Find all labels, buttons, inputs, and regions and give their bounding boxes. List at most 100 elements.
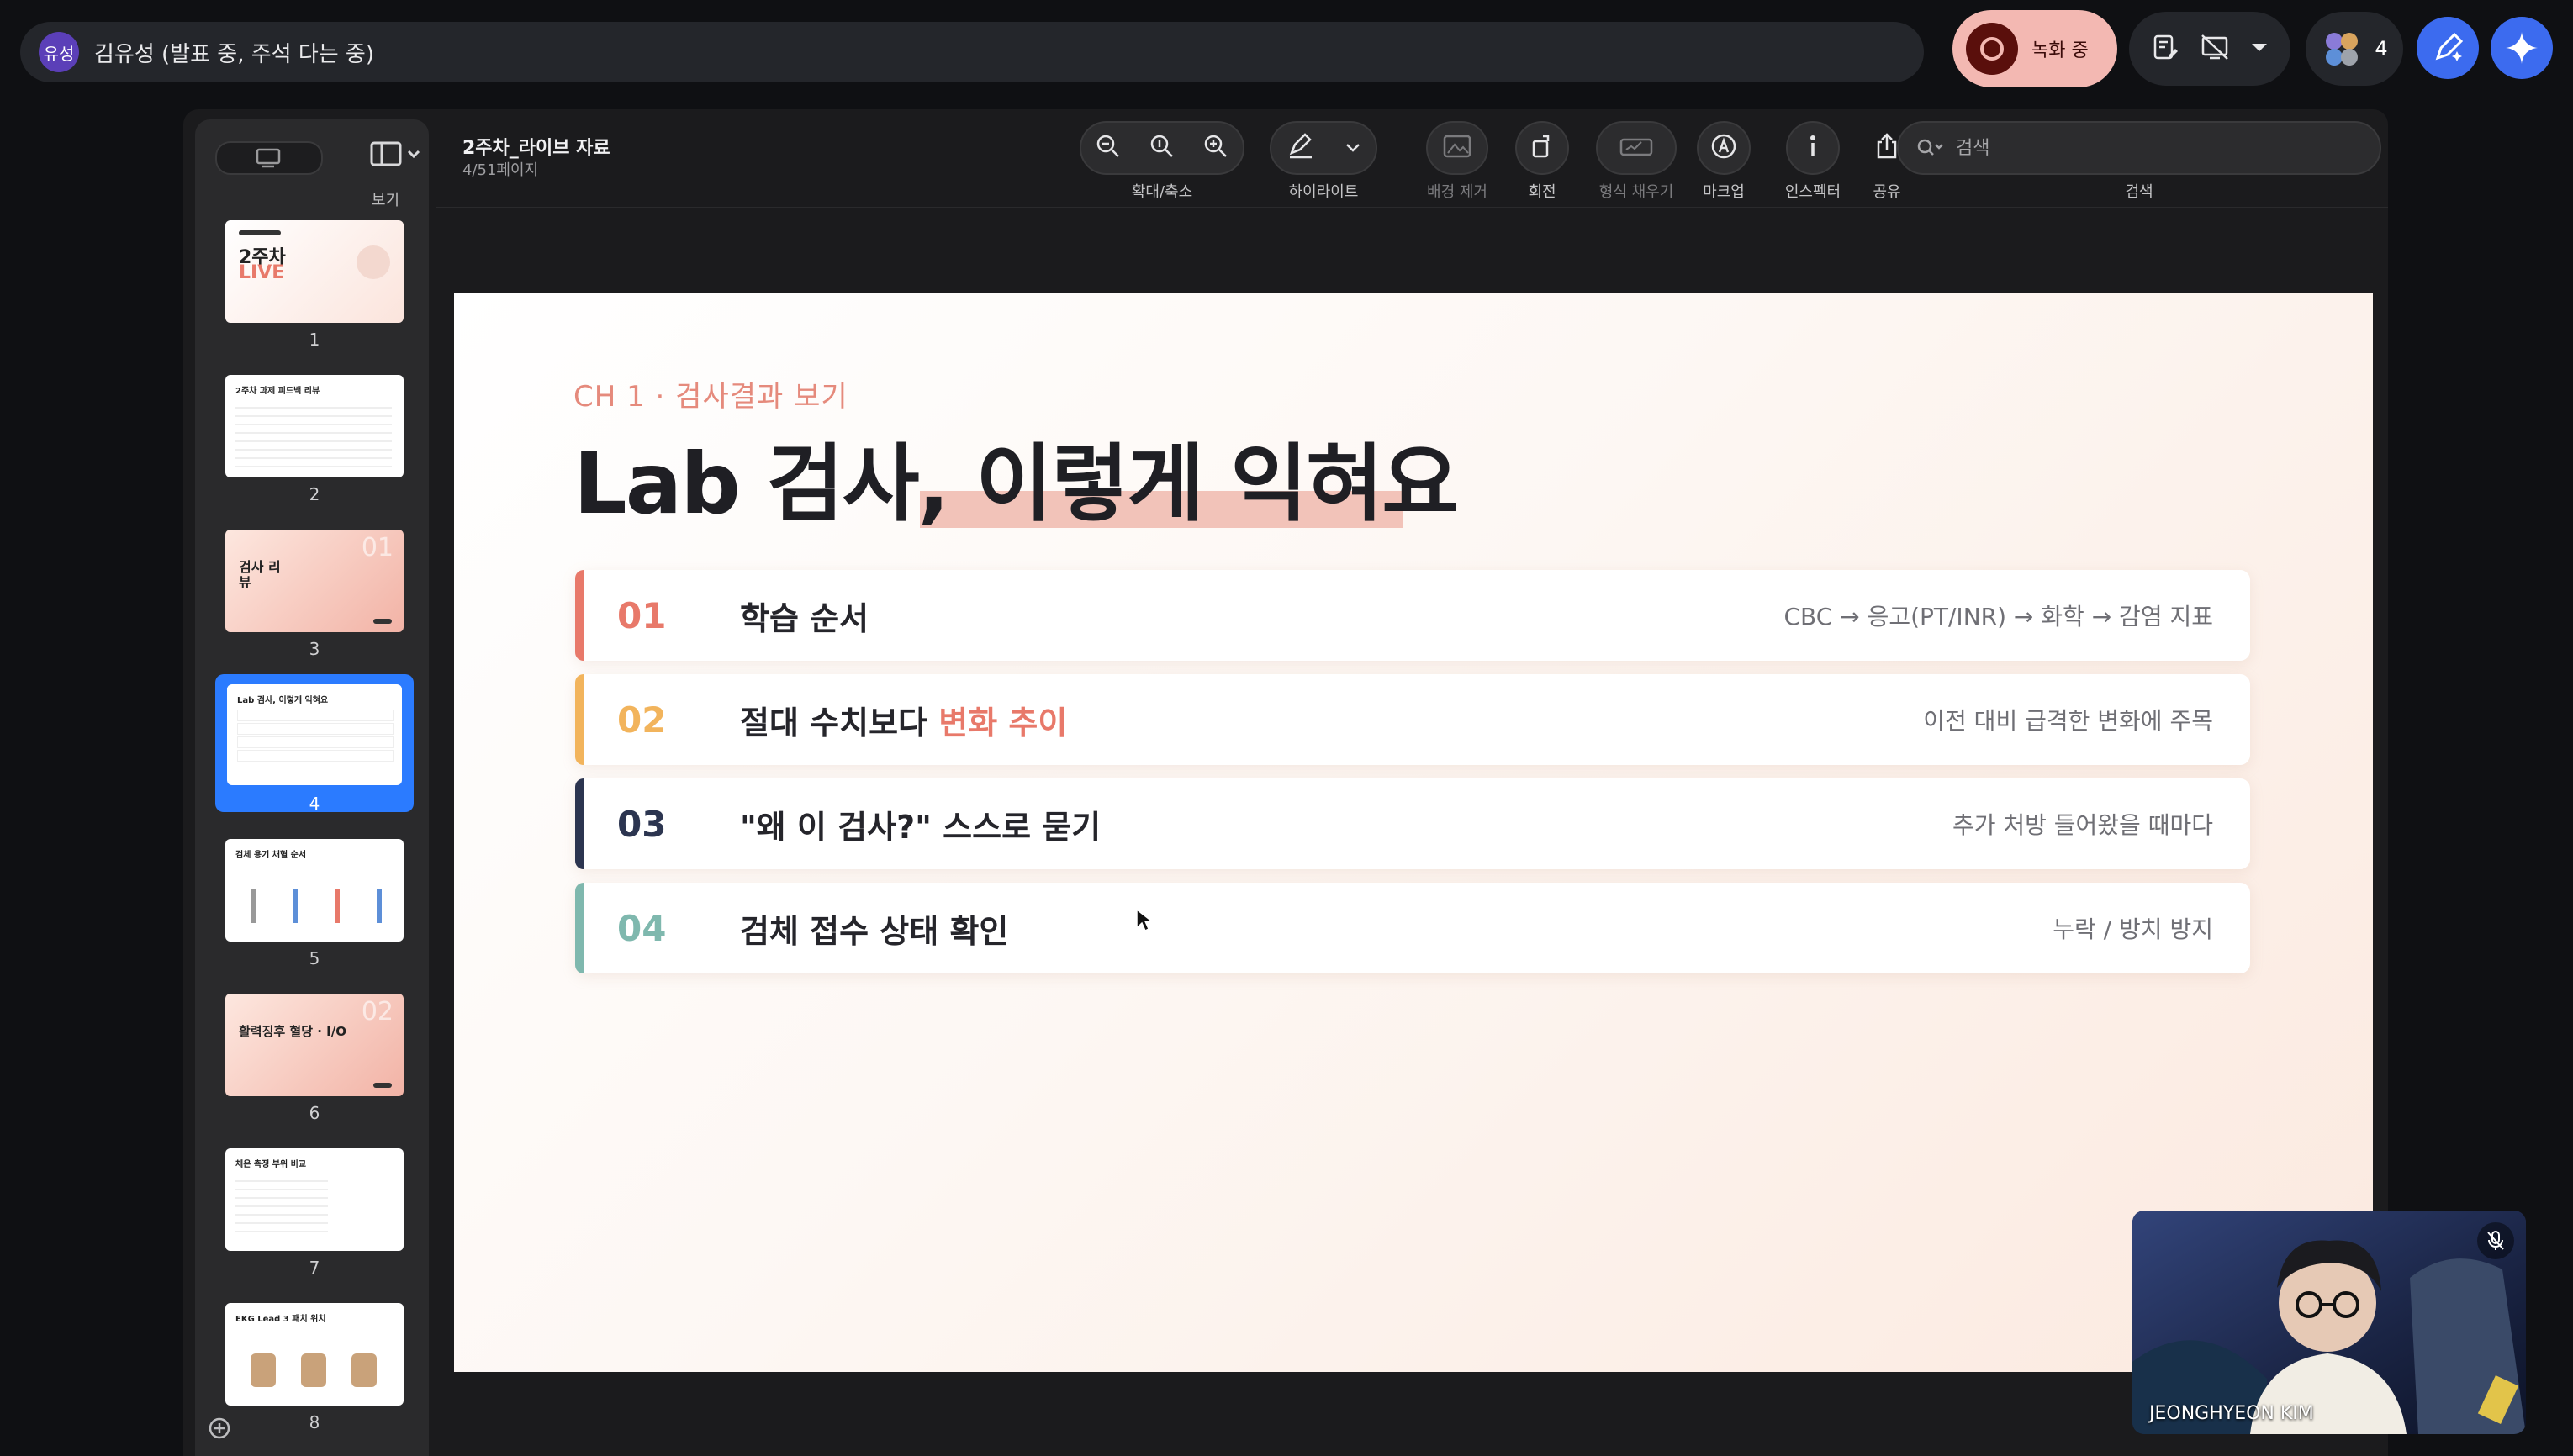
thumbnail-page-1[interactable]: 2주차 LIVE: [225, 220, 404, 323]
thumbnail-number: 4: [309, 794, 320, 814]
highlight-label: 하이라이트: [1288, 183, 1359, 201]
share-icon: [1874, 132, 1899, 164]
markup-button[interactable]: [1697, 121, 1751, 175]
thumbnail-page-3[interactable]: 검사 리뷰 01: [225, 530, 404, 632]
thumbnail-badge: 01: [361, 533, 394, 562]
highlight-controls[interactable]: [1270, 121, 1377, 175]
thumbnail-page-5[interactable]: 검체 용기 채혈 순서: [225, 839, 404, 942]
zoom-in-icon[interactable]: [1202, 133, 1229, 163]
list-item: 03 "왜 이 검사?" 스스로 묻기 추가 처방 들어왔을 때마다: [575, 778, 2250, 869]
info-icon: [1804, 133, 1821, 163]
participants-button[interactable]: 4: [2306, 12, 2403, 86]
row-accent-bar: [575, 778, 584, 869]
markup-icon: [1710, 133, 1737, 163]
zoom-label: 확대/축소: [1131, 183, 1193, 201]
slide-title: Lab 검사, 이렇게 익혀요: [573, 415, 1459, 537]
search-icon: [1917, 139, 1943, 156]
thumbnail-sidebar[interactable]: 보기 2주차 LIVE 1 2주차 과제 피드백 리뷰 2 검사 리뷰 01 3…: [195, 119, 429, 1456]
thumbnail-number: 1: [309, 330, 320, 350]
row-label: 학습 순서: [740, 593, 869, 639]
thumbnail-number: 7: [309, 1258, 320, 1278]
slide-title-plain: Lab 검사,: [573, 435, 976, 533]
inspector-button[interactable]: [1786, 121, 1840, 175]
rotate-label: 회전: [1528, 183, 1556, 201]
thumbnail-subtitle: LIVE: [239, 262, 285, 283]
chevron-down-icon[interactable]: [1345, 140, 1360, 156]
presenter-status: 김유성 (발표 중, 주석 다는 중): [94, 41, 374, 67]
search-field[interactable]: [1897, 121, 2381, 175]
thumbnail-title: 활력징후 혈당 · I/O: [239, 1024, 346, 1039]
presenter-bar[interactable]: 유성 김유성 (발표 중, 주석 다는 중): [20, 22, 1924, 82]
row-number: 02: [617, 699, 667, 741]
row-accent-bar: [575, 674, 584, 765]
slide-kicker: CH 1 · 검사결과 보기: [573, 380, 848, 414]
sidebar-toggle-button[interactable]: [215, 141, 323, 175]
highlighter-icon[interactable]: [1286, 133, 1315, 163]
search-input[interactable]: [1954, 136, 2361, 160]
row-label-text: "왜 이 검사?" 스스로 묻기: [740, 808, 1102, 846]
row-number: 01: [617, 594, 667, 636]
chevron-down-icon[interactable]: [2250, 41, 2269, 57]
thumbnail-title: Lab 검사, 이렇게 익혀요: [237, 696, 329, 705]
row-label: 검체 접수 상태 확인: [740, 905, 1008, 952]
gemini-sparkle-icon: [2506, 32, 2538, 64]
sidebar-layout-icon: [370, 141, 420, 166]
slide-canvas: CH 1 · 검사결과 보기 Lab 검사, 이렇게 익혀요 01 학습 순서 …: [454, 293, 2373, 1372]
add-page-button[interactable]: [207, 1416, 232, 1444]
remove-background-button[interactable]: [1426, 121, 1488, 175]
search-label: 검색: [2125, 183, 2153, 201]
gemini-button[interactable]: [2491, 17, 2553, 79]
zoom-out-icon[interactable]: [1095, 133, 1122, 163]
row-note: 누락 / 방치 방지: [2053, 915, 2213, 943]
row-label-highlight: 변화 추이: [938, 704, 1068, 741]
thumbnail-page-2[interactable]: 2주차 과제 피드백 리뷰: [225, 375, 404, 477]
form-fill-label: 형식 채우기: [1598, 183, 1674, 201]
thumbnail-badge: 02: [361, 997, 394, 1026]
participant-count: 4: [2375, 37, 2388, 61]
remove-background-label: 배경 제거: [1427, 183, 1487, 201]
thumbnail-number: 5: [309, 948, 320, 968]
thumbnail-page-6[interactable]: 활력징후 혈당 · I/O 02: [225, 994, 404, 1096]
mouse-cursor-icon: [1136, 908, 1154, 932]
row-number: 04: [617, 907, 667, 949]
markup-label: 마크업: [1703, 183, 1745, 201]
remove-background-icon: [1443, 135, 1471, 161]
thumbnail-title: EKG Lead 3 패치 위치: [235, 1315, 326, 1324]
recording-indicator[interactable]: 녹화 중: [1952, 10, 2117, 87]
stop-share-icon[interactable]: [2200, 33, 2230, 65]
page-indicator: 4/51페이지: [462, 161, 539, 179]
mic-muted-icon: [2477, 1222, 2514, 1259]
thumbnail-title: 검사 리뷰: [239, 559, 281, 590]
row-accent-bar: [575, 570, 584, 661]
rotate-button[interactable]: [1515, 121, 1569, 175]
row-label: "왜 이 검사?" 스스로 묻기: [740, 801, 1101, 847]
annotation-pen-button[interactable]: [2417, 17, 2479, 79]
thumbnail-page-8[interactable]: EKG Lead 3 패치 위치: [225, 1303, 404, 1406]
row-label-text: 학습 순서: [740, 599, 869, 637]
participant-video-tile[interactable]: JEONGHYEON KIM: [2132, 1211, 2526, 1434]
document-title: 2주차_라이브 자료: [462, 138, 610, 159]
list-item: 01 학습 순서 CBC → 응고(PT/INR) → 화학 → 감염 지표: [575, 570, 2250, 661]
thumbnail-title: 검체 용기 채혈 순서: [235, 851, 307, 860]
form-fill-button[interactable]: [1596, 121, 1677, 175]
list-item: 04 검체 접수 상태 확인 누락 / 방치 방지: [575, 883, 2250, 973]
view-menu-button[interactable]: [370, 140, 431, 173]
participant-name: JEONGHYEON KIM: [2149, 1403, 2314, 1424]
preview-window: 보기 2주차 LIVE 1 2주차 과제 피드백 리뷰 2 검사 리뷰 01 3…: [183, 109, 2388, 1456]
thumbnail-page-4[interactable]: Lab 검사, 이렇게 익혀요: [227, 684, 402, 785]
annotate-doc-icon[interactable]: [2151, 33, 2179, 65]
view-label: 보기: [372, 192, 400, 209]
thumbnail-number: 3: [309, 639, 320, 659]
thumbnail-title: 2주차 과제 피드백 리뷰: [235, 387, 320, 396]
zoom-fit-icon[interactable]: [1149, 133, 1176, 163]
toolbar-divider: [436, 207, 2388, 208]
row-note: 추가 처방 들어왔을 때마다: [1952, 811, 2213, 839]
thumbnail-number: 2: [309, 484, 320, 504]
row-number: 03: [617, 803, 667, 845]
form-fill-icon: [1619, 135, 1653, 161]
rotate-icon: [1530, 133, 1555, 163]
thumbnail-page-7[interactable]: 체온 측정 부위 비교: [225, 1148, 404, 1251]
slide-title-emphasis: 이렇게 익혀요: [975, 435, 1459, 533]
inspector-label: 인스펙터: [1784, 183, 1841, 201]
row-label-text: 검체 접수 상태 확인: [740, 912, 1009, 950]
